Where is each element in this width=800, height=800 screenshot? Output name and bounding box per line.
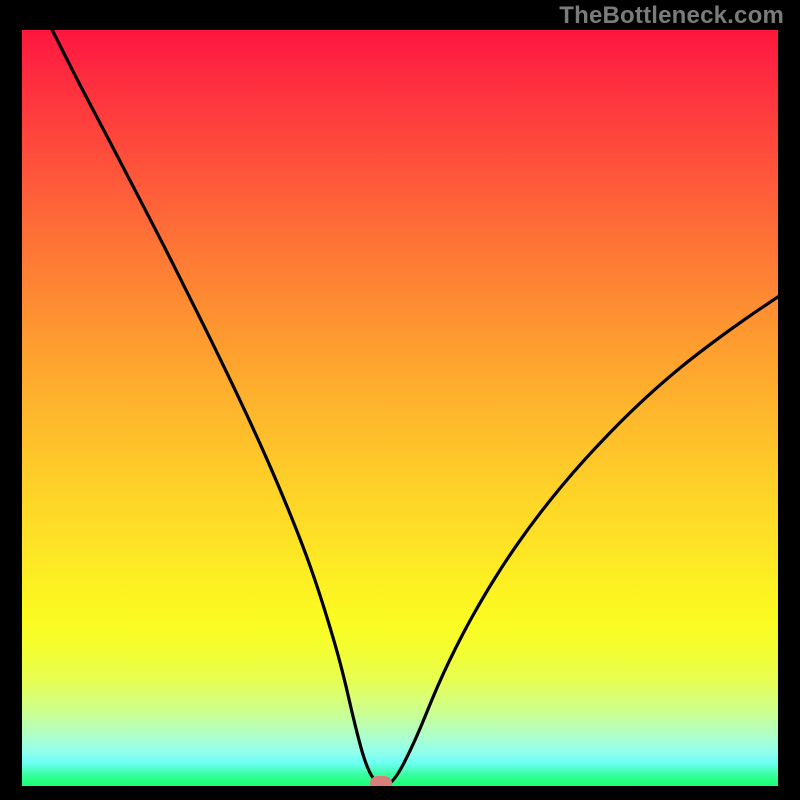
plot-area — [22, 30, 778, 786]
curve-svg — [22, 30, 778, 786]
bottleneck-curve — [52, 30, 778, 785]
watermark-text: TheBottleneck.com — [559, 2, 784, 30]
optimum-marker — [370, 776, 392, 786]
chart-frame: TheBottleneck.com — [0, 0, 800, 800]
